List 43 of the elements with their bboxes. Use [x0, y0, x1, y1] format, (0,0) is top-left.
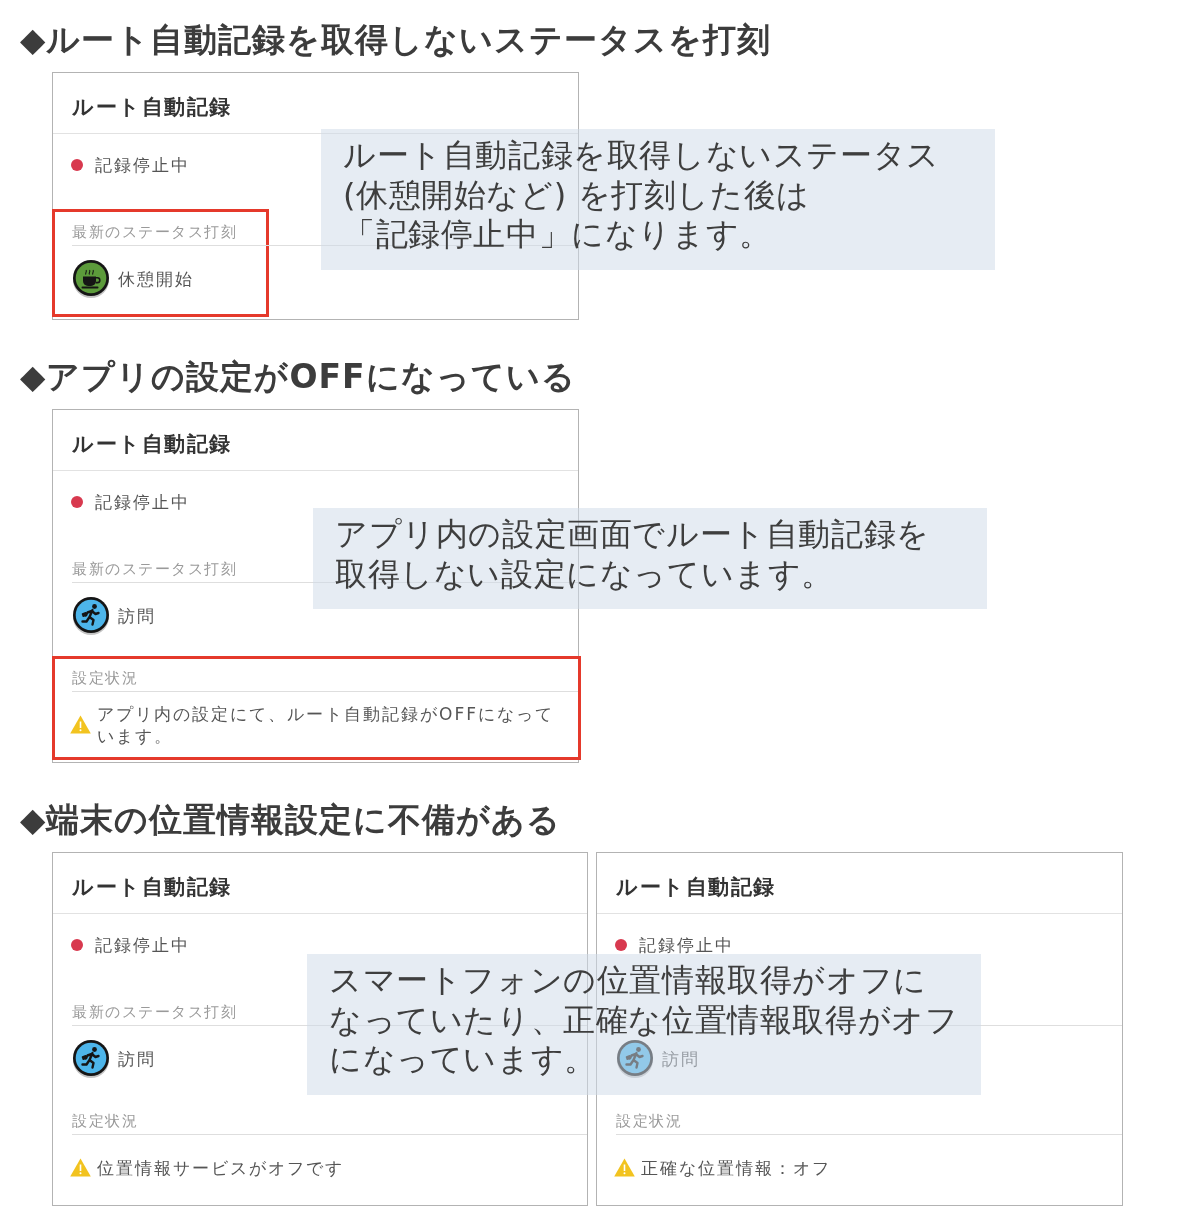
warning-message: 位置情報サービスがオフです	[97, 1156, 344, 1179]
callout-text: 「記録停止中」になります。	[343, 215, 772, 255]
section-label: 最新のステータス打刻	[72, 560, 237, 578]
status-dot-icon	[71, 939, 83, 951]
callout-text: ルート自動記録を取得しないステータス	[343, 136, 940, 176]
section-label: 最新のステータス打刻	[72, 1003, 237, 1021]
warning-icon	[70, 715, 91, 734]
section-label: 設定状況	[72, 669, 138, 687]
status-dot-icon	[615, 939, 627, 951]
status-label: 記録停止中	[639, 934, 734, 956]
card-title: ルート自動記録	[616, 875, 776, 899]
warning-message: アプリ内の設定にて、ルート自動記録がOFFになっています。	[97, 702, 555, 747]
status-dot-icon	[71, 496, 83, 508]
status-label: 記録停止中	[95, 934, 190, 956]
callout-text: なっていたり、正確な位置情報取得がオフ	[329, 1000, 959, 1040]
callout-text: スマートフォンの位置情報取得がオフに	[329, 961, 927, 1001]
running-person-icon	[72, 1039, 110, 1079]
section-label: 設定状況	[72, 1112, 138, 1130]
section-heading: ◆アプリの設定がOFFになっている	[20, 357, 577, 397]
section-label: 最新のステータス打刻	[72, 223, 237, 241]
callout-text: になっています。	[329, 1040, 597, 1080]
callout-text: (休憩開始など) を打刻した後は	[343, 175, 810, 215]
coffee-cup-icon	[72, 259, 110, 299]
card-title: ルート自動記録	[72, 875, 232, 899]
stamp-label: 訪問	[662, 1048, 700, 1070]
section-heading: ◆ルート自動記録を取得しないステータスを打刻	[20, 20, 773, 60]
status-label: 記録停止中	[95, 491, 190, 513]
running-person-icon	[616, 1039, 654, 1079]
callout-text: 取得しない設定になっています。	[335, 554, 834, 594]
warning-icon	[614, 1158, 635, 1177]
stamp-label: 休憩開始	[118, 268, 194, 290]
section-heading: ◆端末の位置情報設定に不備がある	[20, 800, 563, 840]
status-label: 記録停止中	[95, 154, 190, 176]
stamp-label: 訪問	[118, 1048, 156, 1070]
section-label: 設定状況	[616, 1112, 682, 1130]
running-person-icon	[72, 596, 110, 636]
stamp-label: 訪問	[118, 605, 156, 627]
card-title: ルート自動記録	[72, 432, 232, 456]
warning-message: 正確な位置情報：オフ	[641, 1156, 831, 1179]
status-dot-icon	[71, 159, 83, 171]
callout-text: アプリ内の設定画面でルート自動記録を	[335, 515, 930, 555]
card-title: ルート自動記録	[72, 95, 232, 119]
warning-icon	[70, 1158, 91, 1177]
